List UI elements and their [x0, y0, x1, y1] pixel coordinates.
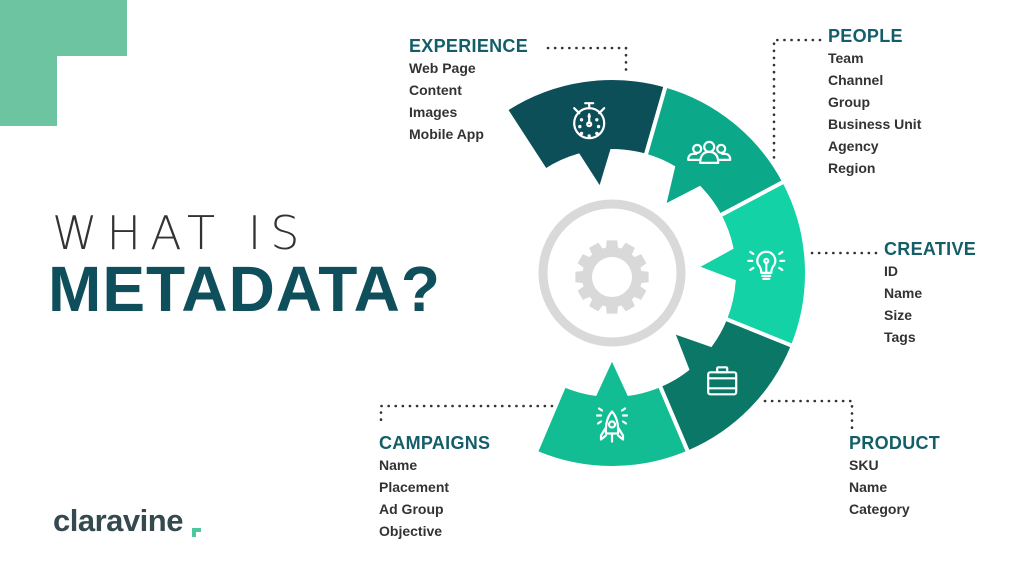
category-item: Size [884, 307, 913, 323]
category-title: PEOPLE [828, 26, 903, 46]
category-people: PEOPLE Team Channel Group Business Unit … [828, 25, 921, 179]
category-item: Team [828, 50, 864, 66]
category-item: Category [849, 501, 910, 517]
category-experience: EXPERIENCE Web Page Content Images Mobil… [409, 35, 528, 145]
category-item: Name [849, 479, 888, 495]
category-item: Mobile App [409, 126, 484, 142]
category-item: Images [409, 104, 458, 120]
category-item: Group [828, 94, 870, 110]
category-creative: CREATIVE ID Name Size Tags [884, 238, 976, 348]
connector-campaigns [379, 404, 554, 422]
category-item: SKU [849, 457, 879, 473]
category-item: Agency [828, 138, 879, 154]
category-item: ID [884, 263, 898, 279]
category-item: Placement [379, 479, 450, 495]
segment-experience [503, 76, 669, 195]
category-title: PRODUCT [849, 433, 941, 453]
category-item: Region [828, 160, 876, 176]
logo-accent-mark [192, 528, 201, 537]
category-item: Objective [379, 523, 443, 539]
category-item: Content [409, 82, 462, 98]
category-item: Channel [828, 72, 884, 88]
category-item: Ad Group [379, 501, 444, 517]
category-item: Name [884, 285, 923, 301]
gear-hole [592, 257, 632, 297]
category-title: CREATIVE [884, 239, 977, 259]
connector-people [772, 38, 822, 167]
category-item: Business Unit [828, 116, 922, 132]
category-product: PRODUCT SKU Name Category [849, 432, 940, 520]
category-campaigns: CAMPAIGNS Name Placement Ad Group Object… [379, 432, 490, 542]
category-item: Tags [884, 329, 916, 345]
claravine-logo: claravine [53, 503, 183, 538]
category-item: Name [379, 457, 418, 473]
category-item: Web Page [409, 60, 476, 76]
connector-product [763, 399, 854, 430]
gear-icon [575, 240, 649, 314]
category-title: EXPERIENCE [409, 36, 529, 56]
connector-experience [546, 46, 628, 78]
category-title: CAMPAIGNS [379, 433, 491, 453]
segment-campaigns [533, 352, 691, 470]
